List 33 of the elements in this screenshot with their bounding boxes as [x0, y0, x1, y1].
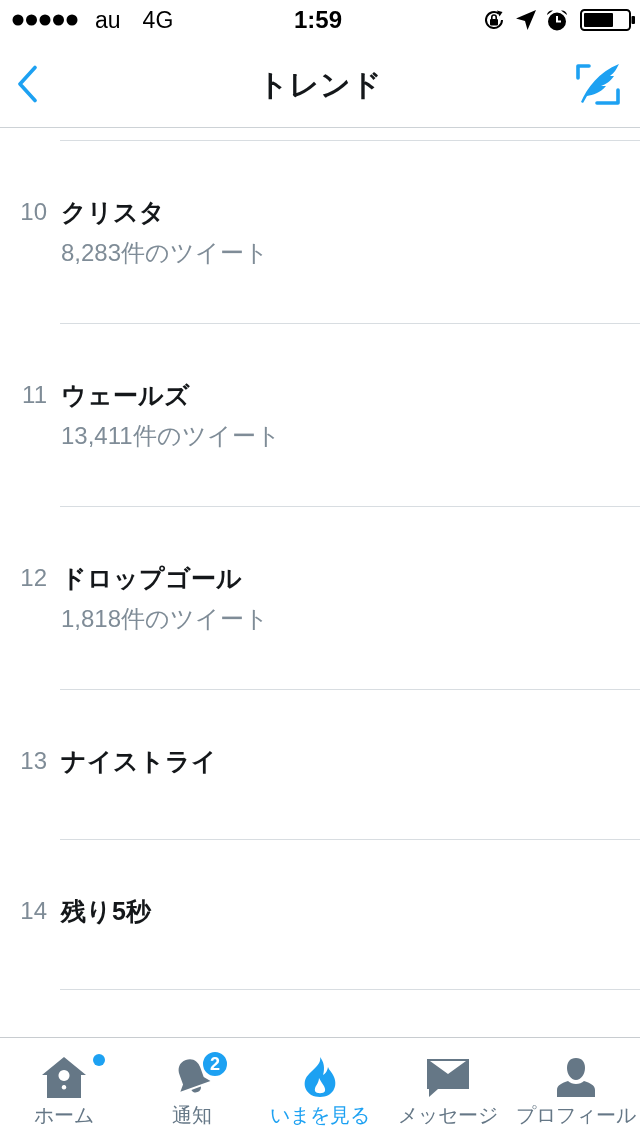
trend-name[interactable]: ウェールズ: [61, 379, 281, 411]
signal-strength-icon: [12, 14, 79, 26]
person-icon: [555, 1056, 597, 1098]
tweet-count: 13,411件のツイート: [61, 421, 281, 451]
tab-bar-item[interactable]: ホーム: [0, 1038, 128, 1136]
birdhouse-icon: [41, 1056, 87, 1098]
network-type: 4G: [142, 6, 174, 34]
trend-name[interactable]: ドロップゴール: [61, 562, 270, 594]
trend-name[interactable]: 残り5秒: [61, 895, 151, 927]
flame-icon: [302, 1056, 338, 1098]
trend-rank: 12: [19, 563, 47, 593]
rotation-lock-icon: [482, 8, 506, 32]
envelope-icon: [425, 1057, 471, 1097]
trend-name[interactable]: ナイストライ: [61, 745, 217, 777]
unread-count: 2: [201, 1050, 229, 1078]
tweet-count: 8,283件のツイート: [61, 238, 270, 268]
back-chevron-icon: [16, 64, 38, 103]
tab-bar-item[interactable]: 2 通知: [128, 1038, 256, 1136]
compose-feather-icon: [575, 61, 621, 106]
page-title: トレンド: [258, 66, 382, 103]
trend-rank: 13: [19, 746, 47, 776]
trend-name[interactable]: クリスタ: [61, 196, 270, 228]
location-arrow-icon: [516, 10, 536, 30]
trend-rank: 11: [21, 380, 47, 410]
trend-rank: 14: [19, 896, 47, 926]
clock-time: 1:59: [294, 6, 343, 34]
battery-icon: [580, 9, 636, 31]
alarm-clock-icon: [546, 9, 568, 31]
tab-bar-item[interactable]: メッセージ: [384, 1038, 512, 1136]
tab-bar-item[interactable]: プロフィール: [512, 1038, 640, 1136]
trend-rank: 10: [19, 197, 47, 227]
carrier-name: au: [95, 6, 121, 34]
tweet-count: 1,818件のツイート: [61, 604, 270, 634]
